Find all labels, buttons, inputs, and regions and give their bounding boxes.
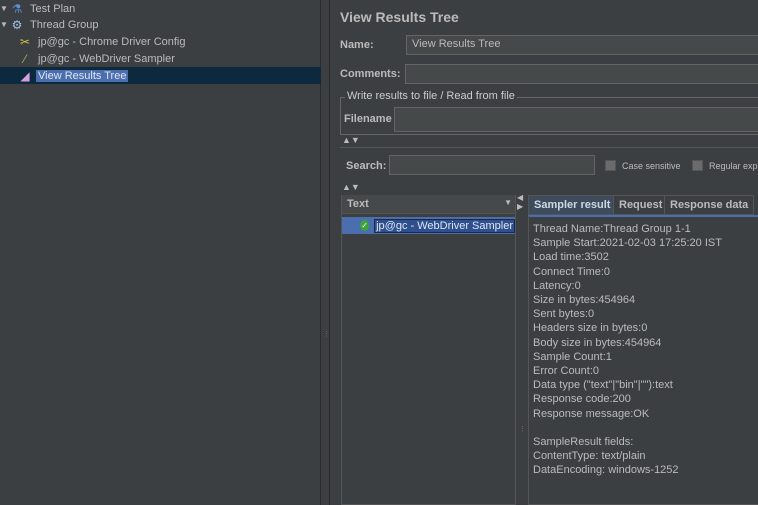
collapse-arrows-icon-2[interactable]: ▲▼ xyxy=(342,182,360,192)
tab-request[interactable]: Request xyxy=(613,195,669,215)
case-sensitive-label: Case sensitive xyxy=(622,161,681,171)
tree-item-thread-group[interactable]: ▼ ⚙ Thread Group xyxy=(0,16,321,33)
success-shield-icon: ✓ xyxy=(360,220,370,231)
sampler-result-line: Response code:200 xyxy=(533,393,631,406)
sampler-result-line: DataEncoding: windows-1252 xyxy=(533,464,679,477)
sampler-result-line: Error Count:0 xyxy=(533,365,600,377)
result-row-label: jp@gc - WebDriver Sampler xyxy=(374,218,515,233)
results-list xyxy=(341,195,516,505)
sampler-result-line: ContentType: text/plain xyxy=(533,450,646,463)
sampler-result-line: Response message:OK xyxy=(533,407,650,420)
tree-item-webdriver-sampler[interactable]: ⁄ jp@gc - WebDriver Sampler xyxy=(0,50,321,67)
sampler-result-line: Size in bytes:454964 xyxy=(533,294,636,306)
name-input[interactable]: View Results Tree xyxy=(406,35,758,55)
pipette-icon: ⁄ xyxy=(23,51,26,66)
search-input[interactable] xyxy=(389,155,595,175)
gear-icon: ⚙ xyxy=(11,17,23,32)
flask-icon: ⚗ xyxy=(11,1,23,16)
column-header-text: Text xyxy=(347,198,369,210)
name-label: Name: xyxy=(340,39,374,51)
tree-item-chrome-driver-config[interactable]: ✂ jp@gc - Chrome Driver Config xyxy=(0,33,321,50)
comments-input[interactable] xyxy=(405,64,758,84)
tree-item-test-plan[interactable]: ▼ ⚗ Test Plan xyxy=(0,0,321,17)
filename-label: Filename xyxy=(344,113,392,125)
file-group-label: Write results to file / Read from file xyxy=(345,90,517,102)
search-label: Search: xyxy=(346,160,387,172)
tab-sampler-result[interactable]: Sampler result xyxy=(528,195,617,215)
results-column-header[interactable]: Text ▼ xyxy=(342,195,515,214)
sampler-result-line: Sample Start:2021-02-03 17:25:20 IST xyxy=(533,237,722,250)
split-divider[interactable]: ⋮ xyxy=(321,0,330,505)
case-sensitive-checkbox[interactable] xyxy=(605,160,616,171)
sampler-result-line: Data type ("text"|"bin"|""):text xyxy=(533,379,673,392)
chart-icon: ◢ xyxy=(20,68,30,83)
chevron-down-icon[interactable]: ▼ xyxy=(504,198,512,207)
split-arrows-icon[interactable]: ◀ ▶ xyxy=(517,193,523,211)
wrench-icon: ✂ xyxy=(19,34,31,49)
sampler-result-line: Headers size in bytes:0 xyxy=(533,322,648,335)
sampler-result-line: Load time:3502 xyxy=(533,251,609,264)
tab-response-data[interactable]: Response data xyxy=(664,195,755,215)
regex-label: Regular exp xyxy=(709,161,758,171)
collapse-arrows-icon[interactable]: ▲▼ xyxy=(342,135,360,145)
filename-input[interactable] xyxy=(394,107,758,132)
page-title: View Results Tree xyxy=(340,9,459,25)
separator xyxy=(340,147,758,148)
sampler-result-line: Thread Name:Thread Group 1-1 xyxy=(533,223,691,235)
sampler-result-line: SampleResult fields: xyxy=(533,436,634,448)
split-handle[interactable]: ⋮ xyxy=(519,425,526,433)
result-row[interactable]: ✓ jp@gc - WebDriver Sampler xyxy=(342,217,515,234)
sampler-result-line: Body size in bytes:454964 xyxy=(533,336,662,349)
sampler-result-line: Connect Time:0 xyxy=(533,265,611,278)
comments-label: Comments: xyxy=(340,68,401,80)
regex-checkbox[interactable] xyxy=(692,160,703,171)
sampler-result-line: Sample Count:1 xyxy=(533,350,612,363)
sampler-result-line: Sent bytes:0 xyxy=(533,308,595,321)
sampler-result-line: Latency:0 xyxy=(533,279,581,292)
tree-item-view-results-tree[interactable]: ◢ View Results Tree xyxy=(0,67,321,84)
test-plan-tree[interactable]: ▼ ⚗ Test Plan ▼ ⚙ Thread Group ✂ jp@gc - Chro… xyxy=(0,0,321,505)
